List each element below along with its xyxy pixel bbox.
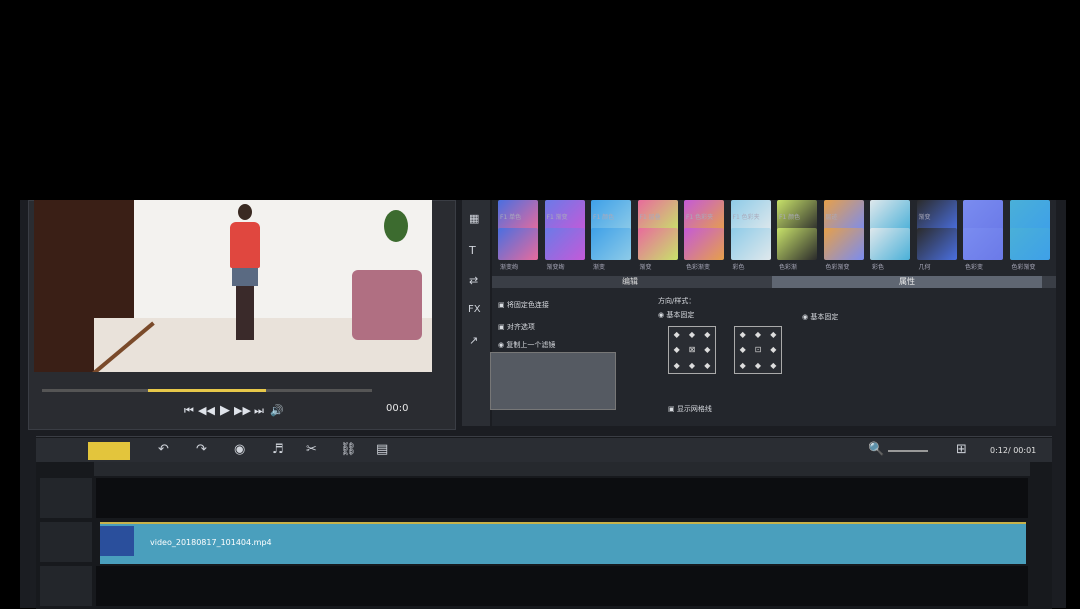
- undo-icon[interactable]: ↶: [158, 442, 169, 457]
- tab-edit[interactable]: 编辑: [500, 276, 760, 288]
- zoom-out-icon[interactable]: 🔍: [868, 442, 884, 457]
- filter-caption: 渐变绚: [500, 264, 519, 271]
- direction-grid-left[interactable]: ◆ ◆ ◆ ◆ ⊠ ◆ ◆ ◆ ◆: [668, 326, 716, 374]
- filter-thumb[interactable]: [637, 228, 678, 260]
- filter-thumb[interactable]: [684, 228, 724, 260]
- subtitle-icon[interactable]: ▤: [376, 442, 388, 457]
- filter-caption: F1 色彩夹: [732, 214, 760, 221]
- redo-icon[interactable]: ↷: [196, 442, 207, 457]
- rewind-icon[interactable]: ◀◀: [198, 402, 215, 420]
- track-header-overlay[interactable]: [40, 522, 92, 562]
- person-top: [230, 222, 260, 268]
- split-icon[interactable]: ✂: [306, 442, 317, 457]
- filter-caption: F1 颜色: [779, 214, 801, 221]
- preset-list[interactable]: [490, 352, 616, 410]
- filter-thumb[interactable]: [730, 228, 771, 260]
- filter-caption: 渐变绚: [546, 264, 565, 271]
- filter-caption: F1 单色: [500, 214, 522, 221]
- chain-icon[interactable]: ⛓: [340, 442, 357, 457]
- video-track[interactable]: [96, 478, 1028, 518]
- filter-caption: 彩色: [872, 264, 885, 271]
- filter-caption: F1 颜色: [593, 214, 615, 221]
- person-legs: [236, 286, 254, 340]
- direction-grid-right[interactable]: ◆ ◆ ◆ ◆ ⊡ ◆ ◆ ◆ ◆: [734, 326, 782, 374]
- clip-name: video_20180817_101404.mp4: [150, 538, 272, 547]
- library-sidebar: ▦ T ⇄ FX ↗: [462, 200, 490, 426]
- scrub-selection[interactable]: [148, 389, 266, 392]
- fit-icon[interactable]: ⊞: [956, 442, 967, 457]
- timeline-ruler[interactable]: [94, 462, 1030, 476]
- video-preview: [34, 200, 432, 372]
- filter-caption: 色彩渐变: [1011, 264, 1036, 271]
- filter-caption: 色彩变: [965, 264, 984, 271]
- person-shorts: [232, 268, 258, 286]
- option-replace[interactable]: ▣ 将固定色连接: [498, 300, 549, 310]
- overlay-track[interactable]: [96, 566, 1028, 606]
- clip-thumbnail: [100, 526, 134, 556]
- filter-caption: 几何: [918, 264, 931, 271]
- scene-sofa: [352, 270, 422, 340]
- checkbox-grid[interactable]: ▣ 显示网格线: [668, 404, 712, 414]
- path-icon[interactable]: ↗: [469, 334, 478, 347]
- play-icon[interactable]: ▶: [218, 402, 232, 420]
- title-icon[interactable]: T: [469, 244, 476, 257]
- record-icon[interactable]: ◉: [234, 442, 245, 457]
- filter-thumb[interactable]: [916, 228, 957, 260]
- zoom-slider[interactable]: [888, 450, 928, 452]
- transition-icon[interactable]: ⇄: [469, 274, 478, 287]
- filter-caption: 渐变: [639, 264, 652, 271]
- checkbox-basic[interactable]: ◉ 基本固定: [658, 310, 694, 320]
- forward-icon[interactable]: ▶▶: [234, 402, 251, 420]
- filter-caption: 色彩渐变: [825, 264, 850, 271]
- filter-thumb[interactable]: [823, 228, 864, 260]
- timeline-timecode: 0:12/ 00:01: [990, 446, 1037, 455]
- mix-icon[interactable]: ♬: [272, 442, 284, 457]
- filter-caption: 色彩渐变: [686, 264, 711, 271]
- person-head: [238, 204, 252, 220]
- checkbox-basic-right[interactable]: ◉ 基本固定: [802, 312, 838, 322]
- filter-caption: 渐变: [918, 214, 931, 221]
- fx-icon[interactable]: FX: [468, 304, 481, 315]
- scene-plant: [384, 210, 408, 242]
- filter-caption: 色彩渐: [779, 264, 798, 271]
- filter-caption: 渐变: [593, 264, 606, 271]
- track-header-title[interactable]: [40, 566, 92, 606]
- filter-thumb[interactable]: [498, 228, 538, 260]
- option-copy-filter[interactable]: ◉ 复制上一个滤镜: [498, 340, 555, 350]
- track-header-video[interactable]: [40, 478, 92, 518]
- volume-icon[interactable]: 🔊: [270, 402, 284, 420]
- option-align[interactable]: ▣ 对齐选项: [498, 322, 535, 332]
- filter-caption: F1 渐变: [546, 214, 568, 221]
- filter-caption: F1 色彩夹: [686, 214, 714, 221]
- filter-thumb[interactable]: [591, 228, 631, 260]
- timeline-view-button[interactable]: [88, 442, 130, 460]
- tab-attribute[interactable]: 属性: [772, 276, 1042, 288]
- filter-thumb[interactable]: [1009, 228, 1050, 260]
- filter-thumb[interactable]: [963, 228, 1003, 260]
- skip-end-icon[interactable]: ⏭: [252, 402, 266, 420]
- filter-caption: 层迹: [825, 214, 838, 221]
- filter-thumb[interactable]: [544, 228, 585, 260]
- direction-label: 方向/样式：: [658, 297, 696, 305]
- filter-caption: F1 层叠: [639, 214, 661, 221]
- media-icon[interactable]: ▦: [469, 212, 479, 225]
- filter-thumb[interactable]: [870, 228, 910, 260]
- filter-caption: 彩色: [732, 264, 745, 271]
- skip-start-icon[interactable]: ⏮: [182, 402, 196, 420]
- filter-thumb[interactable]: [777, 228, 817, 260]
- preview-timecode: 00:0: [386, 403, 409, 414]
